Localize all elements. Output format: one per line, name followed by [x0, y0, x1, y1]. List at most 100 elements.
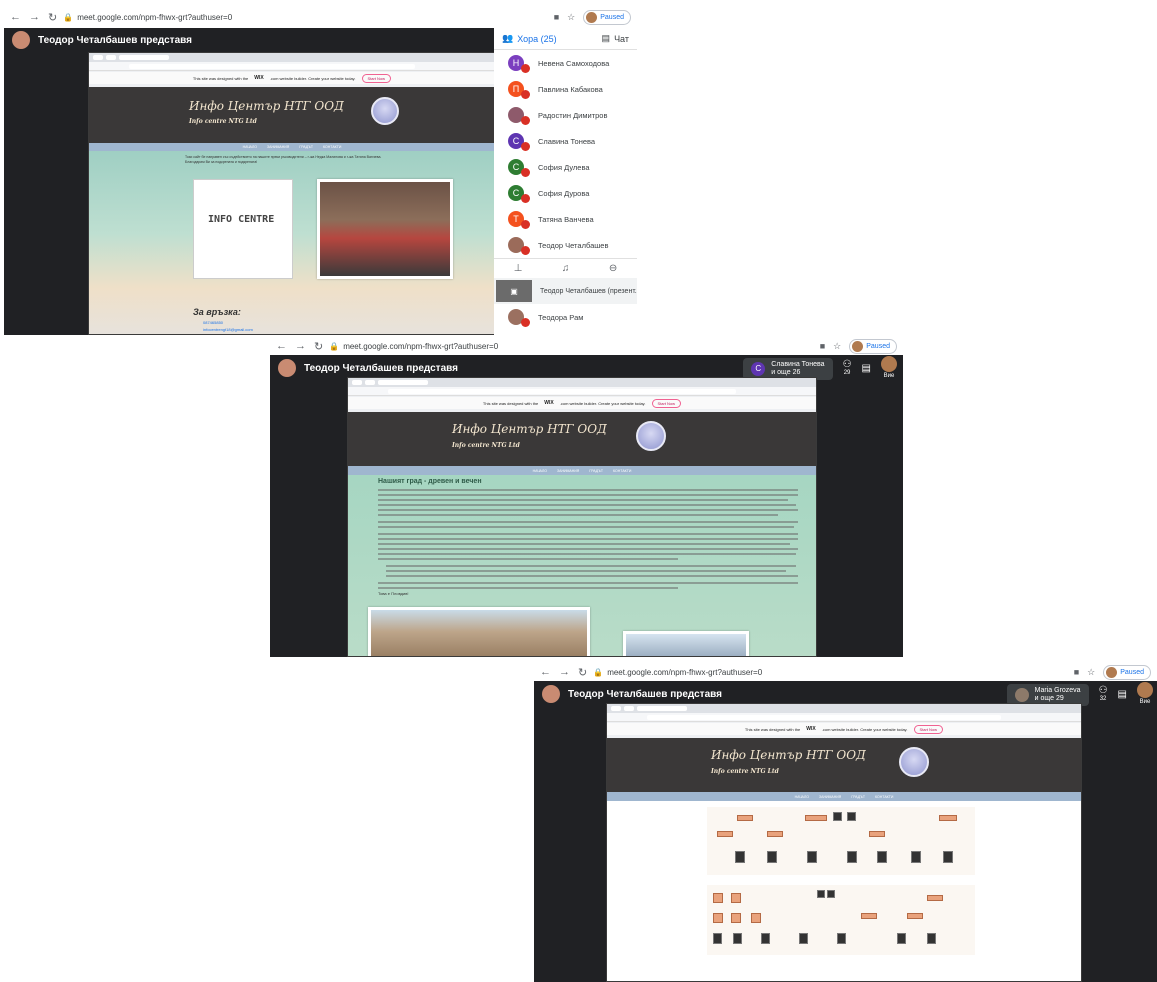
star-icon[interactable]: ☆: [567, 12, 575, 23]
panel-controls: ⊥ ♫ ⊖: [494, 258, 637, 278]
profile-status: Paused: [1120, 668, 1144, 676]
panel-tabs: 👥 Хора (25) ▤ Чат: [494, 28, 637, 50]
menu-item-activities[interactable]: ЗАНИМАНИЯ: [819, 795, 841, 799]
self-view[interactable]: Вие: [881, 356, 897, 381]
menu-item-contacts[interactable]: КОНТАКТИ: [613, 469, 631, 473]
tab-chat[interactable]: ▤ Чат: [602, 33, 629, 44]
menu-item-city[interactable]: ГРАДЪТ: [299, 145, 313, 149]
text-line: [378, 499, 788, 501]
address-bar[interactable]: meet.google.com/npm-fhwx-grt?authuser=0: [77, 13, 554, 22]
participant-item[interactable]: С София Дурова: [494, 180, 637, 206]
tab-people[interactable]: 👥 Хора (25): [502, 33, 557, 44]
participant-item[interactable]: С Славина Тонева: [494, 128, 637, 154]
chat-button[interactable]: ▤: [1118, 690, 1127, 700]
avatar: Т: [508, 211, 530, 229]
wix-banner: This site was designed with the WIX .com w…: [348, 397, 816, 409]
back-icon[interactable]: ←: [276, 340, 287, 353]
camera-icon[interactable]: ■: [554, 12, 559, 22]
participant-item[interactable]: Радостин Димитров: [494, 102, 637, 128]
address-bar[interactable]: meet.google.com/npm-fhwx-grt?authuser=0: [607, 668, 1074, 677]
mic-off-icon: [521, 142, 530, 151]
participant-item[interactable]: Теодор Четалбашев: [494, 232, 637, 258]
mic-icon[interactable]: ♫: [562, 263, 570, 274]
self-view[interactable]: Вие: [1137, 682, 1153, 707]
menu-item-home[interactable]: НАЧАЛО: [243, 145, 257, 149]
mic-off-icon: [521, 116, 530, 125]
chat-button[interactable]: ▤: [862, 364, 871, 374]
forward-icon[interactable]: →: [559, 666, 570, 679]
site-menu: НАЧАЛО ЗАНИМАНИЯ ГРАДЪТ КОНТАКТИ: [89, 143, 495, 151]
participant-item[interactable]: Н Невена Самоходова: [494, 50, 637, 76]
menu-item-contacts[interactable]: КОНТАКТИ: [875, 795, 893, 799]
camera-icon[interactable]: ■: [820, 341, 825, 351]
shared-addressbar: [348, 387, 816, 396]
address-bar[interactable]: meet.google.com/npm-fhwx-grt?authuser=0: [343, 342, 820, 351]
camera-icon[interactable]: ■: [1074, 667, 1079, 677]
lock-icon: 🔒: [329, 341, 340, 351]
browser-toolbar: ← → ↻ 🔒 meet.google.com/npm-fhwx-grt?aut…: [4, 6, 637, 28]
people-button[interactable]: ⚇ 29: [843, 359, 852, 378]
site-subtitle: Info centre NTG Ltd: [189, 118, 257, 125]
participant-item[interactable]: Т Татяна Ванчева: [494, 206, 637, 232]
avatar: [508, 107, 530, 125]
mic-off-icon: [521, 318, 530, 327]
back-icon[interactable]: ←: [540, 666, 551, 679]
presenting-row[interactable]: ▣ Теодор Четалбашев (презент.: [494, 278, 637, 304]
text-line: [378, 509, 798, 511]
portrait: [733, 933, 742, 944]
text-line: [378, 489, 798, 491]
menu-item-city[interactable]: ГРАДЪТ: [851, 795, 865, 799]
participant-item[interactable]: Теодора Рам: [494, 304, 637, 330]
participant-item[interactable]: П Павлина Кабакова: [494, 76, 637, 102]
profile-paused-button[interactable]: Paused: [1103, 664, 1151, 680]
menu-item-activities[interactable]: ЗАНИМАНИЯ: [557, 469, 579, 473]
wix-start-button[interactable]: Start Now: [361, 73, 392, 83]
site-body: Този сайт бе направен със съдействието н…: [89, 151, 495, 334]
speaker-name: Славина Тонева: [771, 360, 825, 368]
menu-item-city[interactable]: ГРАДЪТ: [589, 469, 603, 473]
text-line: [386, 565, 796, 567]
text-line: [378, 553, 796, 555]
contact-email: infocentrengt18@gmail.com: [203, 327, 253, 332]
mic-off-icon: [521, 246, 530, 255]
star-icon[interactable]: ☆: [1087, 667, 1095, 678]
back-icon[interactable]: ←: [10, 11, 21, 24]
tree-node: [713, 913, 723, 923]
menu-item-home[interactable]: НАЧАЛО: [795, 795, 809, 799]
participant-item[interactable]: С София Дулева: [494, 154, 637, 180]
intro-text: Този сайт бе направен със съдействието н…: [185, 155, 382, 164]
participant-list: Н Невена Самоходова П Павлина Кабакова Радос…: [494, 50, 637, 258]
remove-icon[interactable]: ⊖: [609, 263, 617, 274]
meet-screenshot-2: ← → ↻ 🔒 meet.google.com/npm-fhwx-grt?authu…: [270, 337, 903, 657]
site-menu: НАЧАЛО ЗАНИМАНИЯ ГРАДЪТ КОНТАКТИ: [607, 792, 1081, 801]
wix-start-button[interactable]: Start Now: [651, 398, 682, 408]
wix-brand: WIX: [806, 726, 816, 732]
tree-node: [939, 815, 957, 821]
reload-icon[interactable]: ↻: [314, 340, 323, 353]
profile-paused-button[interactable]: Paused: [849, 338, 897, 354]
reload-icon[interactable]: ↻: [48, 11, 57, 24]
profile-paused-button[interactable]: Paused: [583, 9, 631, 25]
reload-icon[interactable]: ↻: [578, 666, 587, 679]
text-line: [378, 548, 798, 550]
forward-icon[interactable]: →: [295, 340, 306, 353]
menu-item-contacts[interactable]: КОНТАКТИ: [323, 145, 341, 149]
portrait: [713, 933, 722, 944]
family-tree-1: [707, 807, 975, 875]
mic-off-icon: [521, 64, 530, 73]
avatar: П: [508, 81, 530, 99]
participant-name: Павлина Кабакова: [538, 84, 603, 94]
tree-node: [731, 893, 741, 903]
wix-start-button[interactable]: Start Now: [913, 724, 944, 734]
avatar: С: [508, 185, 530, 203]
site-name: Инфо Център НТГ ООД: [189, 99, 344, 113]
menu-item-home[interactable]: НАЧАЛО: [533, 469, 547, 473]
pin-icon[interactable]: ⊥: [514, 263, 523, 274]
text-line: [386, 570, 786, 572]
menu-item-activities[interactable]: ЗАНИМАНИЯ: [267, 145, 289, 149]
forward-icon[interactable]: →: [29, 11, 40, 24]
star-icon[interactable]: ☆: [833, 341, 841, 352]
text-line: [378, 514, 778, 516]
people-button[interactable]: ⚇ 32: [1099, 685, 1108, 704]
avatar: Н: [508, 55, 530, 73]
